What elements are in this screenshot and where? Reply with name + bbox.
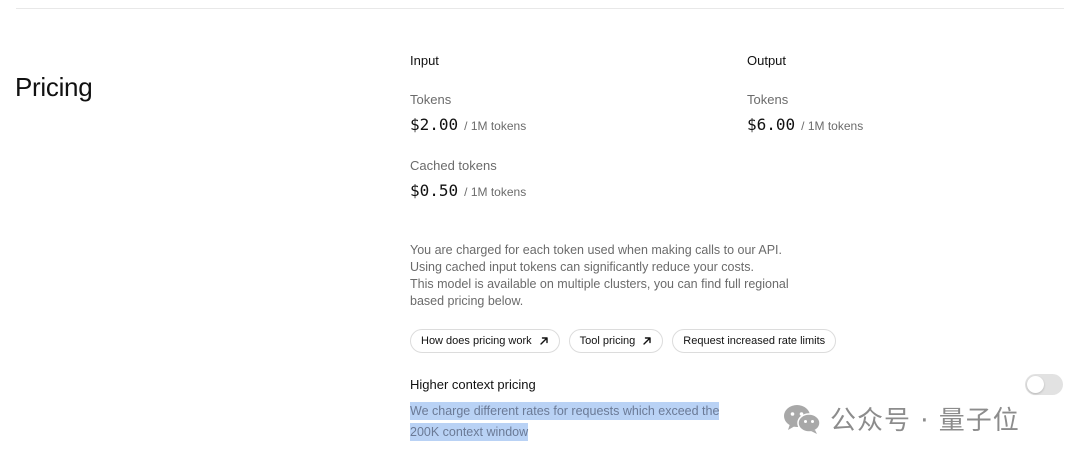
watermark-text: 公众号 · 量子位 (830, 406, 1020, 436)
output-tokens-label: Tokens (747, 92, 789, 107)
input-tokens-label: Tokens (410, 92, 452, 107)
arrow-up-right-icon (539, 337, 548, 345)
cached-tokens-value: $0.50 (410, 181, 459, 200)
description-line: Using cached input tokens can significan… (410, 260, 754, 274)
input-tokens-unit: / 1M tokens (464, 119, 527, 133)
how-pricing-works-label: How does pricing work (421, 335, 532, 347)
input-tokens-price: Tokens $2.00 / 1M tokens (410, 92, 526, 134)
tool-pricing-link[interactable]: Tool pricing (568, 329, 664, 353)
toggle-knob (1027, 376, 1044, 393)
description-line: based pricing below. (410, 294, 524, 308)
output-column: Output Tokens $6.00 / 1M tokens (747, 53, 863, 158)
how-pricing-works-link[interactable]: How does pricing work (410, 329, 560, 353)
cached-tokens-label: Cached tokens (410, 158, 497, 173)
higher-context-line: 200K context window (410, 423, 529, 441)
higher-context-toggle[interactable] (1025, 374, 1063, 395)
input-tokens-value: $2.00 (410, 115, 459, 134)
watermark: 公众号 · 量子位 (782, 400, 1020, 437)
section-title: Pricing (15, 71, 93, 102)
higher-context-line: We charge different rates for requests w… (410, 402, 720, 420)
output-tokens-value: $6.00 (747, 115, 796, 134)
input-column: Input Tokens $2.00 / 1M tokens Cached to… (410, 53, 526, 224)
output-heading: Output (747, 53, 787, 68)
higher-context-title: Higher context pricing (410, 377, 536, 392)
output-tokens-unit: / 1M tokens (801, 119, 864, 133)
input-heading: Input (410, 53, 439, 68)
description-line: You are charged for each token used when… (410, 243, 782, 257)
cached-tokens-price: Cached tokens $0.50 / 1M tokens (410, 158, 526, 200)
output-tokens-price: Tokens $6.00 / 1M tokens (747, 92, 863, 134)
pricing-links: How does pricing work Tool pricing Reque… (410, 329, 837, 353)
higher-context-description: We charge different rates for requests w… (410, 401, 722, 443)
pricing-description: You are charged for each token used when… (410, 242, 800, 310)
tool-pricing-label: Tool pricing (579, 335, 636, 347)
top-divider (16, 8, 1064, 9)
description-line: This model is available on multiple clus… (410, 277, 789, 291)
wechat-icon (784, 404, 821, 434)
request-rate-limits-label: Request increased rate limits (683, 335, 826, 347)
arrow-up-right-icon (643, 337, 651, 345)
request-rate-limits-link[interactable]: Request increased rate limits (672, 329, 837, 353)
cached-tokens-unit: / 1M tokens (464, 185, 527, 199)
